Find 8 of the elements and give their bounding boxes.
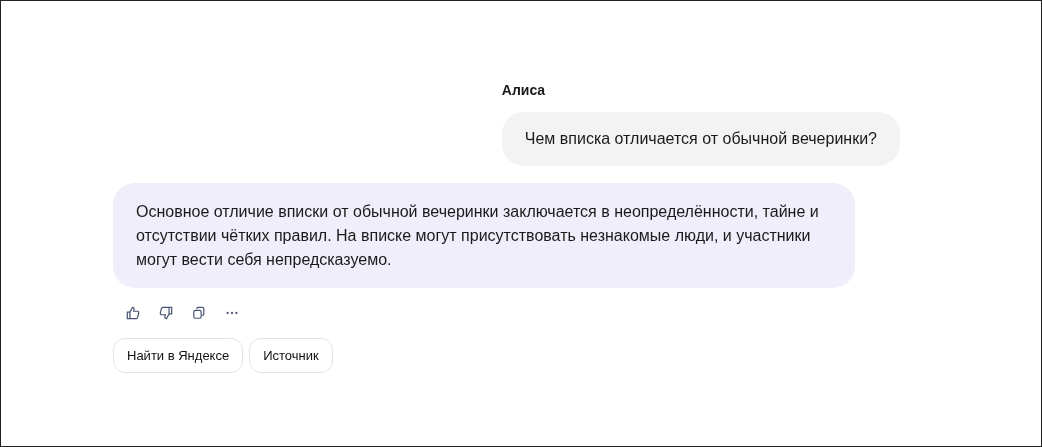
suggestion-button[interactable]: Источник — [249, 338, 333, 373]
thumbs-down-icon[interactable] — [159, 306, 173, 320]
assistant-message: Основное отличие вписки от обычной вечеринки заключается в неопределённости, тайне и отсутствии чётких правил. На вписке могут присутствовать незнакомые люди, и участники могут вести себя непредсказуемо. — [113, 183, 855, 288]
user-message: Чем вписка отличается от обычной вечеринки? — [501, 112, 900, 166]
author-name: Алиса — [501, 81, 546, 100]
thumbs-up-icon[interactable] — [126, 306, 140, 320]
copy-icon[interactable] — [192, 306, 206, 320]
suggestion-button[interactable]: Найти в Яндексе — [113, 338, 244, 373]
